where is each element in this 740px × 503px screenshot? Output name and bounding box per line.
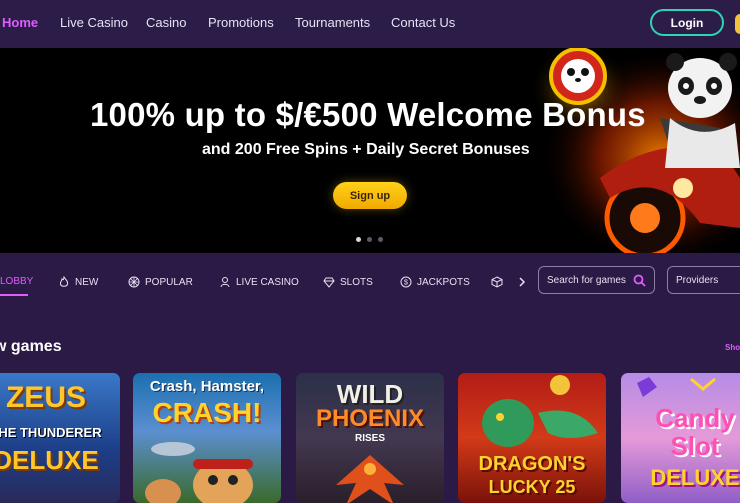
category-popular[interactable]: POPULAR [128, 276, 193, 288]
dealer-icon [220, 277, 230, 288]
carousel-dot[interactable] [367, 237, 372, 242]
top-nav: Home Live Casino Casino Promotions Tourn… [0, 0, 740, 48]
game-title: Candy [655, 403, 735, 433]
game-subtitle: THE THUNDERER [0, 425, 102, 440]
coin-icon: $ [400, 276, 412, 288]
active-category-underline [0, 294, 28, 296]
providers-dropdown[interactable]: Providers [667, 266, 740, 294]
game-tagline: DELUXE [650, 465, 740, 490]
hero-signup-button[interactable]: Sign up [333, 182, 407, 209]
category-more[interactable] [491, 276, 528, 288]
hero-title: 100% up to $/€500 Welcome Bonus [90, 96, 646, 133]
nav-casino[interactable]: Casino [146, 15, 186, 30]
phoenix-illustration [336, 455, 404, 503]
game-card-zeus[interactable]: ZEUS THE THUNDERER DELUXE [0, 373, 120, 503]
category-new[interactable]: NEW [58, 276, 98, 288]
providers-label: Providers [676, 275, 719, 286]
carousel-dot[interactable] [356, 237, 361, 242]
game-card-candy-slot[interactable]: Candy Slot DELUXE [621, 373, 740, 503]
chevron-right-icon[interactable] [516, 276, 528, 288]
game-card-crash-hamster[interactable]: Crash, Hamster, CRASH! [133, 373, 281, 503]
category-live-casino[interactable]: LIVE CASINO [219, 276, 299, 288]
category-new-label: NEW [75, 276, 99, 288]
category-live-casino-label: LIVE CASINO [236, 276, 299, 288]
nav-live-casino[interactable]: Live Casino [60, 15, 128, 30]
game-title: Crash, Hamster, [149, 378, 265, 395]
category-slots[interactable]: SLOTS [323, 276, 373, 288]
game-tagline: RISES [354, 433, 385, 444]
game-subtitle: PHOENIX [315, 405, 425, 432]
login-button[interactable]: Login [650, 9, 724, 36]
section-title: w games [0, 338, 62, 355]
signup-button-edge[interactable] [735, 14, 740, 34]
nav-tournaments[interactable]: Tournaments [295, 15, 370, 30]
nav-contact-us[interactable]: Contact Us [391, 15, 455, 30]
game-subtitle: CRASH! [152, 397, 262, 428]
svg-text:$: $ [404, 280, 408, 287]
game-card-dragons-lucky[interactable]: DRAGON'S LUCKY 25 [458, 373, 606, 503]
cube-icon [491, 276, 503, 288]
show-all-link[interactable]: Sho [725, 343, 740, 352]
game-title: DRAGON'S [478, 453, 586, 475]
diamond-icon [323, 277, 335, 288]
game-subtitle: Slot [670, 431, 720, 461]
dragon-illustration [482, 375, 598, 447]
category-slots-label: SLOTS [340, 276, 373, 288]
category-lobby[interactable]: LOBBY [0, 276, 33, 287]
popular-icon [128, 276, 140, 288]
game-card-wild-phoenix[interactable]: WILD PHOENIX RISES [296, 373, 444, 503]
category-lobby-label: LOBBY [0, 276, 34, 287]
category-jackpots[interactable]: $ JACKPOTS [400, 276, 470, 288]
search-input[interactable]: Search for games [538, 266, 655, 294]
flame-icon [59, 276, 69, 287]
hamster-illustration [145, 442, 253, 503]
game-title: ZEUS [5, 381, 86, 414]
search-placeholder: Search for games [547, 275, 626, 286]
category-jackpots-label: JACKPOTS [417, 276, 470, 288]
search-icon[interactable] [633, 274, 646, 287]
hero-banner[interactable]: 100% up to $/€500 Welcome Bonus and 200 … [0, 48, 740, 253]
hero-subtitle: and 200 Free Spins + Daily Secret Bonuse… [202, 141, 530, 158]
nav-home[interactable]: Home [2, 15, 38, 30]
game-tagline: DELUXE [0, 445, 99, 475]
game-subtitle: LUCKY 25 [488, 477, 576, 497]
carousel-dot[interactable] [378, 237, 383, 242]
category-popular-label: POPULAR [145, 276, 193, 288]
nav-promotions[interactable]: Promotions [208, 15, 274, 30]
